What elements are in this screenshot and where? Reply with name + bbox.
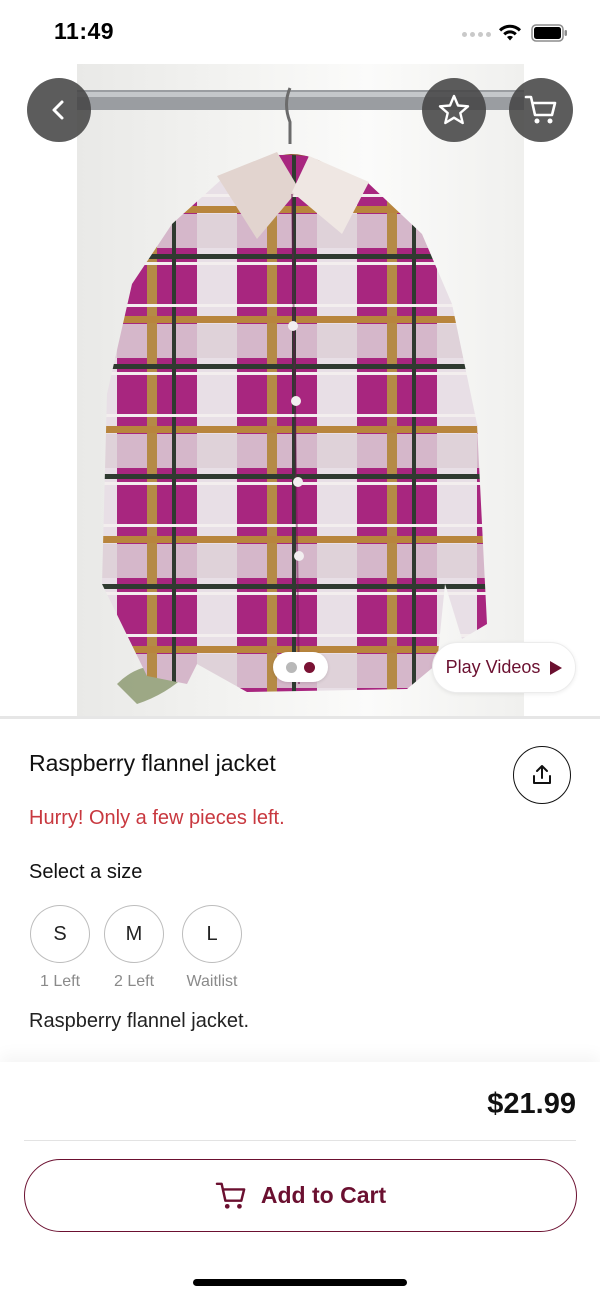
play-videos-button[interactable]: Play Videos xyxy=(432,642,576,693)
size-option-s[interactable]: S 1 Left xyxy=(30,905,90,991)
checkout-bar: $21.99 Add to Cart xyxy=(0,1062,600,1299)
product-title: Raspberry flannel jacket xyxy=(29,750,276,776)
back-arrow-icon xyxy=(52,100,64,120)
share-icon xyxy=(533,765,551,784)
share-button[interactable] xyxy=(513,746,571,804)
add-to-cart-button[interactable]: Add to Cart xyxy=(24,1159,577,1232)
pager-dot[interactable] xyxy=(286,661,297,673)
image-pager[interactable] xyxy=(273,652,328,682)
pager-dot-active[interactable] xyxy=(304,661,315,673)
back-button[interactable] xyxy=(27,78,91,142)
product-gallery[interactable]: Play Videos xyxy=(0,64,600,716)
size-button-m[interactable]: M xyxy=(104,905,164,963)
home-indicator[interactable] xyxy=(193,1279,407,1286)
size-button-l[interactable]: L xyxy=(182,905,242,963)
play-icon xyxy=(550,660,563,675)
status-time: 11:49 xyxy=(54,18,115,44)
divider xyxy=(24,1140,576,1141)
cart-icon xyxy=(215,1182,246,1209)
star-icon xyxy=(438,94,470,125)
wifi-icon xyxy=(499,24,521,41)
size-option-l[interactable]: L Waitlist xyxy=(182,905,242,991)
cart-button[interactable] xyxy=(509,78,573,142)
divider xyxy=(0,716,600,719)
status-bar: 11:49 xyxy=(0,0,600,64)
size-button-s[interactable]: S xyxy=(30,905,90,963)
size-option-m[interactable]: M 2 Left xyxy=(104,905,164,991)
product-description: Raspberry flannel jacket. xyxy=(29,1010,250,1032)
size-availability: Waitlist xyxy=(186,973,238,990)
price: $21.99 xyxy=(487,1088,576,1120)
stock-warning: Hurry! Only a few pieces left. xyxy=(29,807,285,829)
battery-icon xyxy=(531,24,567,42)
add-to-cart-label: Add to Cart xyxy=(260,1182,387,1208)
size-heading: Select a size xyxy=(29,861,143,883)
signal-dots-icon xyxy=(462,32,491,37)
product-photo[interactable] xyxy=(77,64,524,716)
cart-icon xyxy=(524,95,557,124)
play-videos-label: Play Videos xyxy=(445,657,541,677)
favorite-button[interactable] xyxy=(422,78,486,142)
